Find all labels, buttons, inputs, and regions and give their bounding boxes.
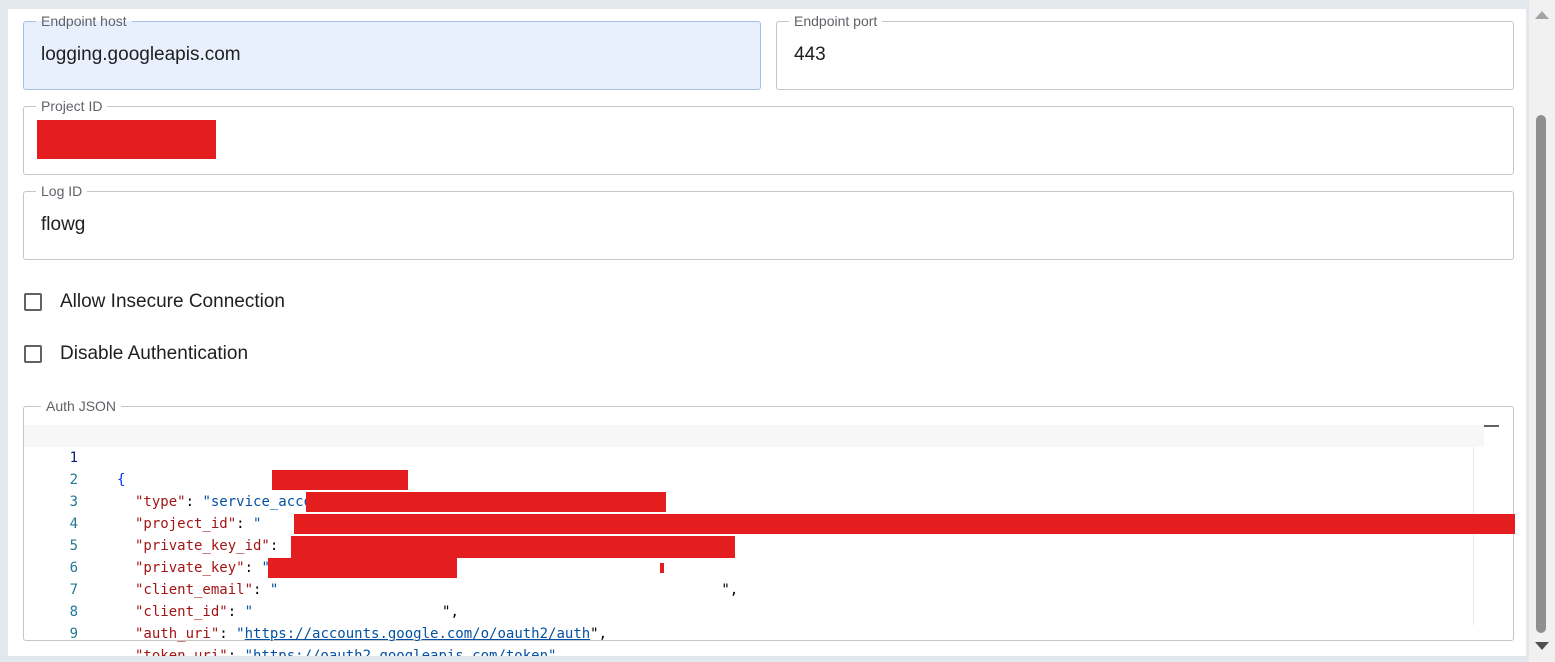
endpoint-host-field[interactable]: Endpoint host logging.googleapis.com xyxy=(23,13,761,90)
redaction-project-id-json xyxy=(272,470,408,490)
code-line: 4 "private_key_id": ", xyxy=(24,491,1484,554)
allow-insecure-label[interactable]: Allow Insecure Connection xyxy=(60,291,285,313)
json-end: ", xyxy=(590,626,608,642)
log-id-field[interactable]: Log ID flowg xyxy=(23,183,1514,260)
endpoint-host-value[interactable]: logging.googleapis.com xyxy=(41,44,241,66)
endpoint-host-label: Endpoint host xyxy=(36,13,132,29)
auth-uri-link[interactable]: https://accounts.google.com/o/oauth2/aut… xyxy=(245,626,591,642)
json-value: " xyxy=(236,626,245,642)
json-end: , xyxy=(556,648,565,656)
code-line: 7 "client_id": " ", xyxy=(24,557,1484,620)
endpoint-port-label: Endpoint port xyxy=(789,13,883,29)
json-editor[interactable]: 1 { 2 "type": "service_account", 3 "proj… xyxy=(24,425,1515,656)
disable-auth-label[interactable]: Disable Authentication xyxy=(60,343,248,365)
log-id-value[interactable]: flowg xyxy=(41,214,85,236)
endpoint-port-value[interactable]: 443 xyxy=(794,44,826,66)
redaction-mark xyxy=(660,563,664,573)
page-scrollbar[interactable] xyxy=(1529,0,1555,662)
code-line: 5 "private_key": " xyxy=(24,513,1515,576)
log-id-label: Log ID xyxy=(36,183,88,199)
code-line: 6 "client_email": " ", xyxy=(24,535,1484,598)
allow-insecure-checkbox[interactable] xyxy=(24,293,42,311)
project-id-label: Project ID xyxy=(36,98,108,114)
endpoint-port-field[interactable]: Endpoint port 443 xyxy=(776,13,1514,90)
settings-panel: Endpoint host logging.googleapis.com End… xyxy=(8,9,1526,656)
scroll-up-arrow-icon[interactable] xyxy=(1535,11,1549,19)
project-id-field[interactable]: Project ID business-295906 xyxy=(23,98,1514,175)
redaction-private-key xyxy=(294,514,1515,534)
code-line: 1 { xyxy=(24,425,1484,488)
json-key: "token_uri" xyxy=(135,648,228,656)
redaction-client-id xyxy=(268,558,457,578)
json-value: "https://oauth2.googleapis.com/token" xyxy=(244,648,557,656)
scroll-thumb[interactable] xyxy=(1536,115,1546,633)
code-line: 8 "auth_uri": "https://accounts.google.c… xyxy=(24,579,1484,642)
auth-json-label: Auth JSON xyxy=(41,398,122,414)
code-line: 3 "project_id": "", xyxy=(24,469,1484,532)
allow-insecure-row[interactable]: Allow Insecure Connection xyxy=(24,290,285,314)
disable-auth-row[interactable]: Disable Authentication xyxy=(24,342,248,366)
json-sep: : xyxy=(219,626,237,642)
line-number: 9 xyxy=(69,626,78,642)
redaction-client-email xyxy=(291,536,735,558)
code-line: 9 "token_uri": "https://oauth2.googleapi… xyxy=(24,601,1484,656)
redaction-private-key-id xyxy=(306,492,666,512)
json-key: "auth_uri" xyxy=(135,626,220,642)
code-line: 2 "type": "service_account", xyxy=(24,447,1484,510)
disable-auth-checkbox[interactable] xyxy=(24,345,42,363)
json-sep: : xyxy=(227,648,245,656)
redaction-project-id xyxy=(37,120,216,159)
scroll-down-arrow-icon[interactable] xyxy=(1535,642,1549,650)
